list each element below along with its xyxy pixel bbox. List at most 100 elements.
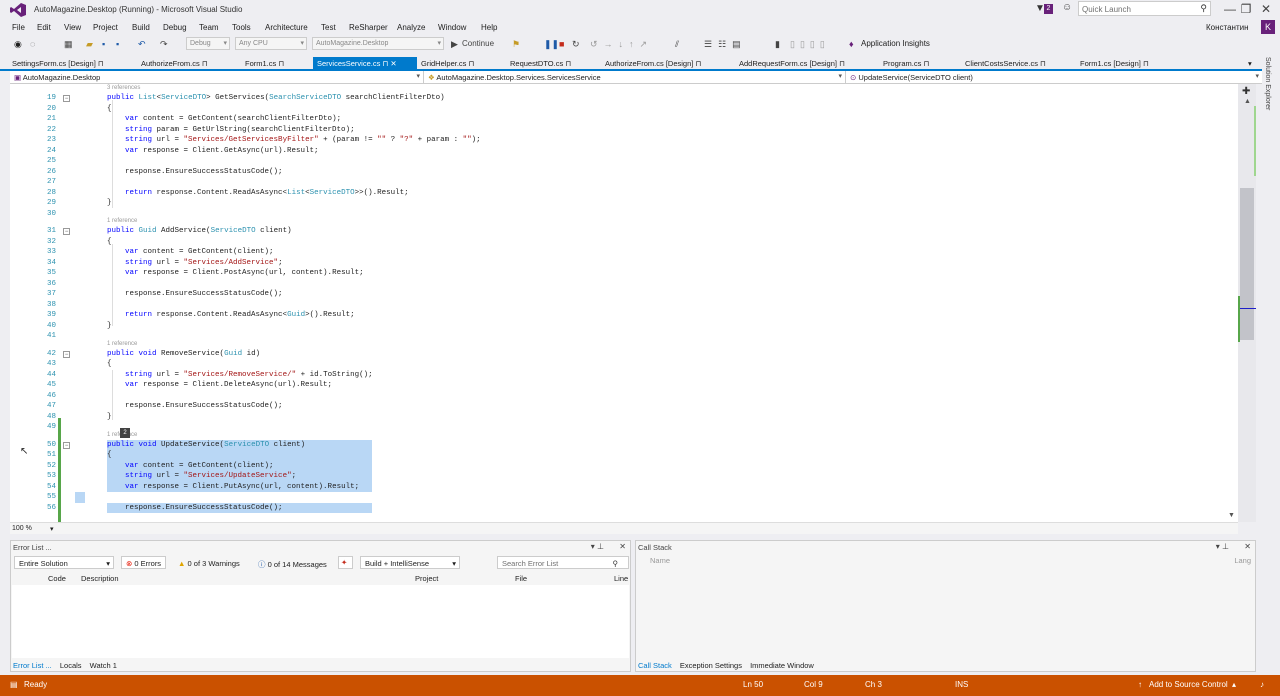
pin-icon[interactable]: ⊓ bbox=[839, 59, 845, 68]
fold-toggle-icon[interactable]: − bbox=[63, 228, 70, 235]
quick-action-badge[interactable]: 2 bbox=[120, 428, 130, 438]
back-icon[interactable]: ◉ bbox=[14, 38, 22, 50]
column-header-line[interactable]: Line bbox=[614, 574, 628, 583]
code-line[interactable]: 46 bbox=[10, 391, 1238, 402]
build-source-dropdown[interactable]: Build + IntelliSense ▾ bbox=[360, 556, 460, 569]
code-line[interactable]: 35 var response = Client.PostAsync(url, … bbox=[10, 268, 1238, 279]
panel-close-icon[interactable]: ✕ bbox=[619, 542, 626, 551]
zoom-level-dropdown[interactable]: 100 % bbox=[12, 525, 32, 532]
code-line[interactable]: 41 bbox=[10, 331, 1238, 342]
code-editor[interactable]: 3 references 19 public List<ServiceDTO> Ge… bbox=[10, 84, 1238, 522]
redo-icon[interactable]: ↷ bbox=[160, 38, 168, 50]
code-line[interactable]: 32 { bbox=[10, 237, 1238, 248]
menu-edit[interactable]: Edit bbox=[37, 23, 51, 32]
code-line[interactable]: 44 string url = "Services/RemoveService/… bbox=[10, 370, 1238, 381]
panel-close-icon[interactable]: ✕ bbox=[1244, 542, 1251, 551]
panel-menu-icon[interactable]: ▾ ⊥ bbox=[591, 542, 604, 551]
panel-menu-icon[interactable]: ▾ ⊥ bbox=[1216, 542, 1229, 551]
pin-icon[interactable]: ⊓ bbox=[1143, 59, 1149, 68]
pin-icon[interactable]: ⊓ bbox=[695, 59, 701, 68]
tab-addrequestform-design[interactable]: AddRequestForm.cs [Design] ⊓ bbox=[735, 57, 849, 69]
codelens-reference-count[interactable]: 1 reference bbox=[107, 341, 137, 347]
column-header-description[interactable]: Description bbox=[81, 574, 119, 583]
tab-form1[interactable]: Form1.cs ⊓ bbox=[241, 57, 288, 69]
tab-watch-1[interactable]: Watch 1 bbox=[90, 661, 117, 670]
code-line[interactable]: 54 var response = Client.PutAsync(url, c… bbox=[10, 481, 1238, 492]
code-line[interactable]: 21 var content = GetContent(searchClient… bbox=[10, 114, 1238, 125]
code-line[interactable]: 43 { bbox=[10, 359, 1238, 370]
scroll-up-icon[interactable]: ▲ bbox=[1244, 98, 1251, 105]
user-name[interactable]: Константин bbox=[1206, 23, 1249, 32]
code-line[interactable]: 27 bbox=[10, 177, 1238, 188]
undo-icon[interactable]: ↶ bbox=[138, 38, 146, 50]
save-all-icon[interactable]: ▪ bbox=[116, 38, 119, 50]
code-line[interactable]: 29} bbox=[10, 198, 1238, 209]
messages-filter-button[interactable]: ⓘ 0 of 14 Messages bbox=[253, 556, 332, 569]
close-button[interactable]: ✕ bbox=[1253, 2, 1279, 16]
fold-toggle-icon[interactable]: − bbox=[63, 441, 70, 449]
bookmark-icon[interactable]: ▮ bbox=[775, 38, 780, 50]
format-icons[interactable]: ☰☷▤ bbox=[704, 38, 747, 50]
column-header-code[interactable]: Code bbox=[48, 574, 66, 583]
code-line[interactable]: 36 bbox=[10, 279, 1238, 290]
quick-launch-input[interactable]: Quick Launch ⚲ bbox=[1078, 1, 1211, 16]
code-line[interactable]: 24 var response = Client.GetAsync(url).R… bbox=[10, 146, 1238, 157]
tab-gridhelper[interactable]: GridHelper.cs ⊓ bbox=[417, 57, 478, 69]
code-line[interactable]: 28 return response.Content.ReadAsAsync<L… bbox=[10, 188, 1238, 199]
code-line[interactable]: 37 response.EnsureSuccessStatusCode(); bbox=[10, 289, 1238, 300]
code-line[interactable]: 51 { bbox=[10, 450, 1238, 461]
code-line[interactable]: 38 bbox=[10, 300, 1238, 311]
scrollbar-thumb[interactable] bbox=[1240, 188, 1254, 340]
code-line[interactable]: 30 bbox=[10, 209, 1238, 220]
menu-resharper[interactable]: ReSharper bbox=[349, 23, 388, 32]
code-line[interactable]: 48} bbox=[10, 412, 1238, 423]
menu-window[interactable]: Window bbox=[438, 23, 466, 32]
debug-target-icon[interactable]: ⚑ bbox=[512, 38, 520, 50]
menu-architecture[interactable]: Architecture bbox=[265, 23, 308, 32]
chevron-up-icon[interactable]: ▴ bbox=[1232, 680, 1236, 689]
pin-icon[interactable]: ⊓ bbox=[382, 59, 388, 68]
continue-icon[interactable]: ▶ bbox=[451, 38, 458, 50]
new-project-icon[interactable]: ▦ bbox=[64, 38, 73, 50]
build-filter-icon[interactable]: ✦ bbox=[338, 556, 353, 569]
scroll-down-icon[interactable]: ▼ bbox=[1228, 512, 1235, 519]
code-line[interactable]: 52 var content = GetContent(client); bbox=[10, 460, 1238, 471]
pin-icon[interactable]: ⊓ bbox=[565, 59, 571, 68]
avatar[interactable]: K bbox=[1261, 20, 1275, 34]
tab-authorizefrom[interactable]: AuthorizeFrom.cs ⊓ bbox=[137, 57, 212, 69]
error-list-body[interactable] bbox=[12, 585, 629, 658]
project-dropdown[interactable]: ▣ AutoMagazine.Desktop bbox=[10, 71, 424, 83]
menu-project[interactable]: Project bbox=[93, 23, 118, 32]
tab-program[interactable]: Program.cs ⊓ bbox=[879, 57, 933, 69]
open-file-icon[interactable]: ▰ bbox=[86, 38, 93, 50]
tab-form1-design[interactable]: Form1.cs [Design] ⊓ bbox=[1076, 57, 1153, 69]
code-line[interactable]: 53 string url = "Services/UpdateService"… bbox=[10, 471, 1238, 482]
pin-icon[interactable]: ⊓ bbox=[98, 59, 104, 68]
errors-filter-button[interactable]: ⊗ 0 Errors bbox=[121, 556, 167, 569]
code-line[interactable]: 26 response.EnsureSuccessStatusCode(); bbox=[10, 167, 1238, 178]
codelens-reference-count[interactable]: 1 reference bbox=[107, 218, 137, 224]
tab-requestdto[interactable]: RequestDTO.cs ⊓ bbox=[506, 57, 575, 69]
pin-icon[interactable]: ⊓ bbox=[278, 59, 284, 68]
menu-tools[interactable]: Tools bbox=[232, 23, 251, 32]
bookmark-nav-icons[interactable]: ▯▯▯▯ bbox=[790, 38, 830, 50]
tab-clientcostsservice[interactable]: ClientCostsService.cs ⊓ bbox=[961, 57, 1050, 69]
restart-icon[interactable]: ↻ bbox=[572, 38, 580, 50]
menu-view[interactable]: View bbox=[64, 23, 81, 32]
continue-button[interactable]: Continue bbox=[462, 38, 494, 50]
code-line[interactable]: 33 var content = GetContent(client); bbox=[10, 247, 1238, 258]
codelens-reference-count[interactable]: 3 references bbox=[107, 85, 140, 91]
code-line[interactable]: 55 bbox=[10, 492, 1238, 503]
code-line[interactable]: 19 public List<ServiceDTO> GetServices(Se… bbox=[10, 93, 1238, 104]
error-list-search-input[interactable]: Search Error List ⚲ bbox=[497, 556, 629, 569]
code-line[interactable]: 45 var response = Client.DeleteAsync(url… bbox=[10, 380, 1238, 391]
column-header-file[interactable]: File bbox=[515, 574, 527, 583]
tab-locals[interactable]: Locals bbox=[60, 661, 82, 670]
zoom-dropdown-icon[interactable]: ▾ bbox=[50, 525, 54, 533]
menu-build[interactable]: Build bbox=[132, 23, 150, 32]
comment-icon[interactable]: ⫽ bbox=[675, 38, 679, 50]
tab-error-list[interactable]: Error List ... bbox=[13, 661, 52, 670]
fold-toggle-icon[interactable]: − bbox=[63, 350, 70, 358]
warnings-filter-button[interactable]: ▲ 0 of 3 Warnings bbox=[173, 556, 245, 569]
code-line[interactable]: 22 string param = GetUrlString(searchCli… bbox=[10, 125, 1238, 136]
